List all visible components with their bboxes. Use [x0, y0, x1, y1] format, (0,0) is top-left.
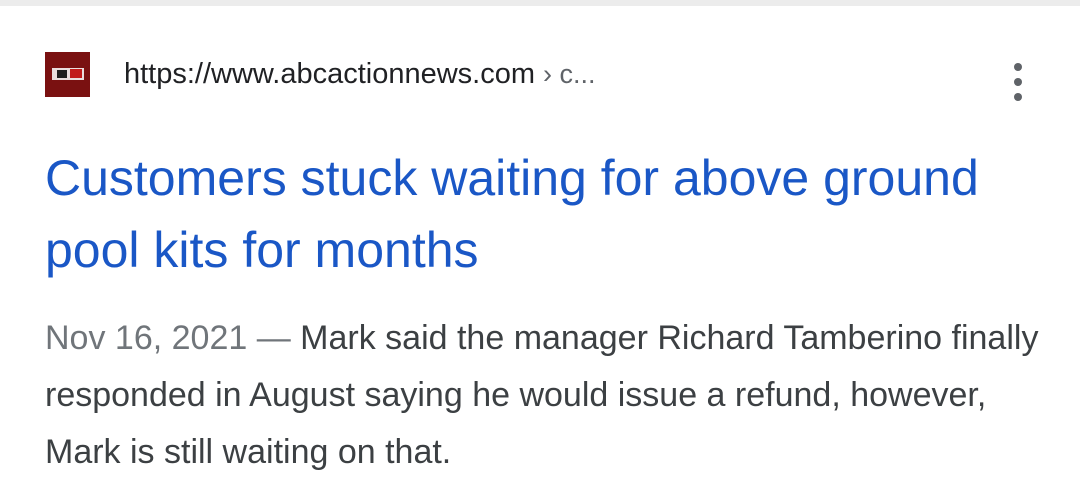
abc-action-news-logo-icon: [45, 51, 90, 97]
result-title-link[interactable]: Customers stuck waiting for above ground…: [45, 142, 1005, 286]
favicon-number: [70, 68, 82, 78]
more-dot: [1014, 93, 1022, 101]
favicon-mark: [57, 69, 67, 78]
snippet-separator: —: [247, 319, 301, 357]
result-source[interactable]: https://www.abcactionnews.com › c...: [45, 50, 596, 98]
source-breadcrumb: › c...: [543, 59, 596, 89]
result-snippet: Nov 16, 2021 — Mark said the manager Ric…: [45, 310, 1045, 481]
source-url[interactable]: https://www.abcactionnews.com: [124, 50, 535, 98]
more-dot: [1014, 78, 1022, 86]
more-dot: [1014, 63, 1022, 71]
search-result-card: https://www.abcactionnews.com › c... Cus…: [0, 6, 1080, 498]
snippet-date: Nov 16, 2021: [45, 319, 248, 357]
more-vert-icon[interactable]: [1000, 58, 1036, 106]
